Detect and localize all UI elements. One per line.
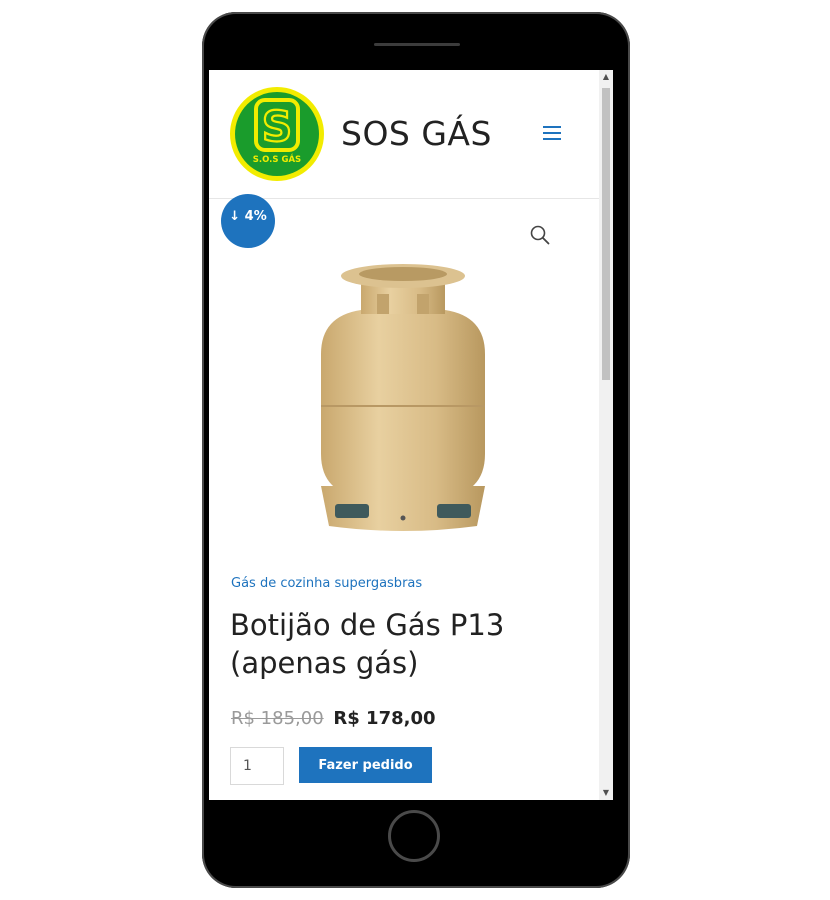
svg-text:S: S [262,102,292,151]
price-row: R$ 185,00 R$ 178,00 [231,708,436,729]
site-logo[interactable]: S S.O.S GÁS [229,86,325,182]
phone-screen: S S.O.S GÁS SOS GÁS ↓ 4% Gás de cozinha … [209,70,613,800]
page-scrollbar[interactable]: ▲ ▼ [599,70,613,800]
product-category-link[interactable]: Gás de cozinha supergasbras [231,576,422,591]
phone-home-button[interactable] [388,810,440,862]
original-price: R$ 185,00 [231,708,324,729]
scrollbar-thumb[interactable] [602,88,610,380]
quantity-input[interactable] [230,747,284,785]
sale-badge: ↓ 4% [221,194,275,248]
svg-text:S.O.S GÁS: S.O.S GÁS [253,153,301,165]
site-title[interactable]: SOS GÁS [341,114,492,153]
site-header: S S.O.S GÁS SOS GÁS [209,70,599,199]
search-icon[interactable] [529,224,551,246]
phone-speaker [374,43,460,46]
hamburger-menu-icon[interactable] [543,126,561,140]
scroll-down-arrow-icon[interactable]: ▼ [599,786,613,800]
product-title: Botijão de Gás P13 (apenas gás) [230,608,505,680]
scroll-up-arrow-icon[interactable]: ▲ [599,70,613,84]
product-image-gas-cylinder[interactable] [291,254,515,536]
order-button[interactable]: Fazer pedido [299,747,432,783]
sale-price: R$ 178,00 [333,708,436,729]
